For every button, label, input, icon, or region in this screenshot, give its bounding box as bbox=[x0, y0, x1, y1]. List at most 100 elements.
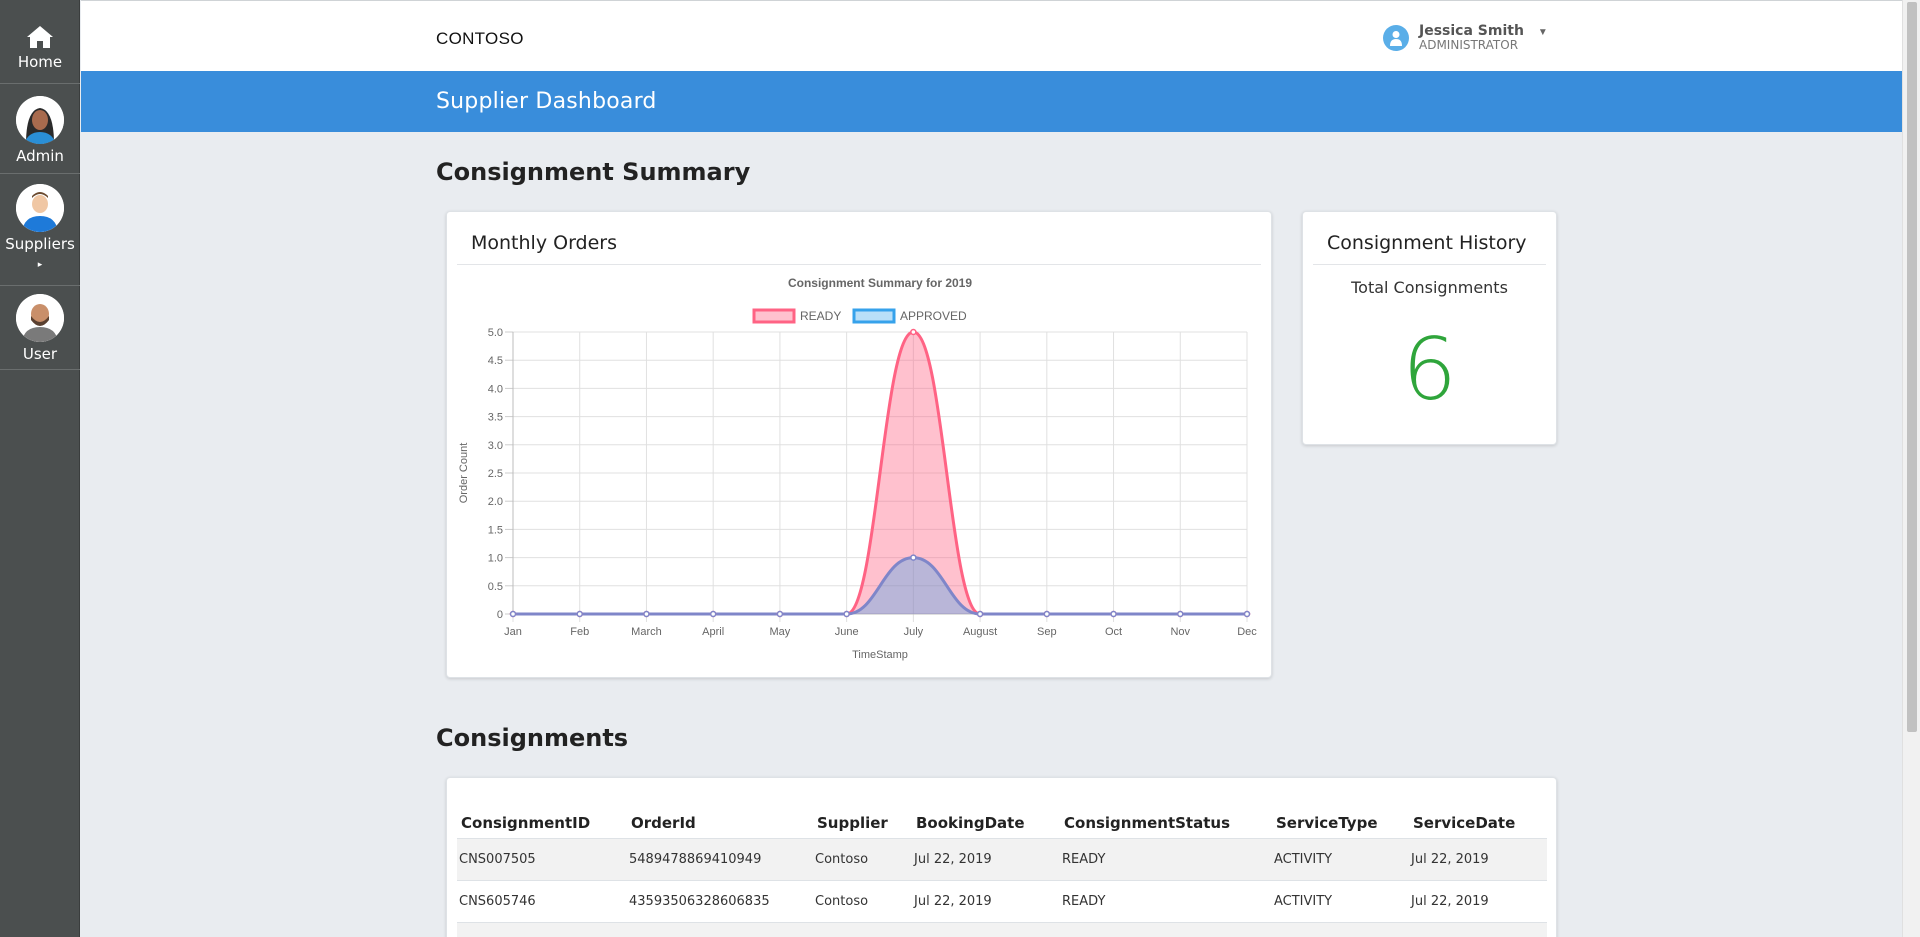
x-tick-label: Oct bbox=[1105, 626, 1122, 638]
chevron-down-icon[interactable]: ▼ bbox=[1538, 27, 1548, 38]
data-point-approved bbox=[1110, 610, 1117, 618]
table-cell bbox=[813, 922, 912, 937]
nav-item-user[interactable]: User bbox=[0, 286, 80, 370]
suppliers-avatar bbox=[16, 184, 64, 232]
table-header-row: ConsignmentID OrderId Supplier BookingDa… bbox=[457, 808, 1547, 839]
x-axis-label: TimeStamp bbox=[852, 649, 908, 661]
admin-avatar bbox=[16, 96, 64, 144]
x-tick-label: Dec bbox=[1237, 626, 1257, 638]
x-tick-label: April bbox=[702, 626, 724, 638]
x-tick-label: March bbox=[631, 626, 662, 638]
data-point-approved bbox=[643, 610, 650, 618]
consignment-summary-heading: Consignment Summary bbox=[436, 158, 751, 186]
table-row[interactable]: CNS007505 5489478869410949 Contoso Jul 2… bbox=[457, 838, 1547, 881]
x-tick-label: Nov bbox=[1170, 626, 1190, 638]
monthly-orders-card: Monthly Orders Consignment Summary for 2… bbox=[446, 211, 1272, 678]
legend-swatch-ready bbox=[752, 308, 796, 324]
y-tick-label: 4.5 bbox=[488, 355, 503, 367]
column-header[interactable]: BookingDate bbox=[912, 808, 1060, 839]
column-header[interactable]: ConsignmentID bbox=[457, 808, 627, 839]
home-icon bbox=[27, 26, 53, 48]
nav-item-admin[interactable]: Admin bbox=[0, 84, 80, 174]
column-header[interactable]: OrderId bbox=[627, 808, 813, 839]
data-point-approved bbox=[509, 610, 517, 618]
data-point-approved bbox=[976, 610, 984, 618]
side-navigation: Home Admin Suppliers ▸ User bbox=[0, 0, 80, 937]
data-point-approved bbox=[1043, 610, 1051, 618]
user-info: Jessica Smith ADMINISTRATOR bbox=[1419, 24, 1524, 52]
table-cell: Jul 22, 2019 bbox=[912, 880, 1060, 923]
data-point-approved bbox=[1243, 610, 1251, 618]
y-tick-label: 2.0 bbox=[488, 496, 503, 508]
x-tick-label: Sep bbox=[1037, 626, 1057, 638]
x-tick-label: July bbox=[904, 626, 924, 638]
consignment-history-card: Consignment History Total Consignments 6 bbox=[1302, 211, 1557, 445]
y-tick-label: 2.5 bbox=[488, 468, 503, 480]
nav-item-suppliers[interactable]: Suppliers ▸ bbox=[0, 174, 80, 286]
table-cell: Contoso bbox=[813, 880, 912, 923]
table-cell bbox=[1409, 922, 1547, 937]
table-row[interactable]: CNS605746 43593506328606835 Contoso Jul … bbox=[457, 880, 1547, 923]
data-point-approved bbox=[576, 610, 583, 618]
consignment-history-title: Consignment History bbox=[1313, 212, 1546, 265]
table-cell: Jul 22, 2019 bbox=[912, 838, 1060, 881]
table-cell bbox=[1060, 922, 1272, 937]
scrollbar-thumb[interactable] bbox=[1907, 2, 1917, 732]
table-cell: READY bbox=[1060, 880, 1272, 923]
data-point-approved bbox=[1177, 610, 1184, 618]
page-header-band: Supplier Dashboard bbox=[81, 71, 1902, 132]
table-cell: 43593506328606835 bbox=[627, 880, 813, 923]
consignments-heading: Consignments bbox=[436, 724, 629, 752]
data-point-approved bbox=[776, 610, 784, 618]
user-name: Jessica Smith bbox=[1419, 23, 1524, 39]
legend-label-ready: READY bbox=[800, 309, 841, 323]
column-header[interactable]: ServiceDate bbox=[1409, 808, 1547, 839]
nav-label-admin: Admin bbox=[16, 147, 64, 165]
total-consignments-label: Total Consignments bbox=[1351, 278, 1508, 297]
legend-swatch-approved bbox=[852, 308, 896, 324]
table-cell bbox=[457, 922, 627, 937]
table-cell: READY bbox=[1060, 838, 1272, 881]
y-tick-label: 1.0 bbox=[488, 553, 503, 565]
y-tick-label: 1.5 bbox=[488, 524, 503, 536]
nav-item-home[interactable]: Home bbox=[0, 0, 80, 84]
table-cell bbox=[627, 922, 813, 937]
brand-name[interactable]: CONTOSO bbox=[436, 29, 524, 49]
table-cell: CNS007505 bbox=[457, 838, 627, 881]
expand-arrow-icon[interactable]: ▸ bbox=[38, 259, 43, 270]
consignments-table-card: ConsignmentID OrderId Supplier BookingDa… bbox=[446, 777, 1557, 937]
user-avatar bbox=[16, 294, 64, 342]
x-tick-label: June bbox=[835, 626, 859, 638]
y-axis-label: Order Count bbox=[458, 443, 470, 504]
column-header[interactable]: Supplier bbox=[813, 808, 912, 839]
table-row[interactable] bbox=[457, 922, 1547, 937]
table-cell: ACTIVITY bbox=[1272, 880, 1409, 923]
user-role: ADMINISTRATOR bbox=[1419, 38, 1519, 52]
data-point-ready bbox=[910, 328, 917, 336]
x-tick-label: Jan bbox=[504, 626, 522, 638]
consignments-table: ConsignmentID OrderId Supplier BookingDa… bbox=[457, 808, 1547, 937]
user-profile-icon bbox=[1383, 25, 1409, 51]
data-point-approved bbox=[709, 610, 717, 618]
nav-label-user: User bbox=[22, 345, 58, 363]
column-header[interactable]: ServiceType bbox=[1272, 808, 1409, 839]
top-bar: CONTOSO Jessica Smith ADMINISTRATOR ▼ bbox=[81, 0, 1902, 71]
x-tick-label: August bbox=[963, 626, 997, 638]
legend-label-approved: APPROVED bbox=[900, 309, 967, 323]
page-title: Supplier Dashboard bbox=[436, 89, 657, 114]
table-cell: Jul 22, 2019 bbox=[1409, 838, 1547, 881]
table-cell bbox=[912, 922, 1060, 937]
y-tick-label: 3.5 bbox=[488, 412, 503, 424]
column-header[interactable]: ConsignmentStatus bbox=[1060, 808, 1272, 839]
user-menu[interactable]: Jessica Smith ADMINISTRATOR ▼ bbox=[1383, 21, 1548, 55]
table-cell: Jul 22, 2019 bbox=[1409, 880, 1547, 923]
total-consignments-value: 6 bbox=[1402, 320, 1457, 420]
page-scrollbar[interactable] bbox=[1902, 0, 1920, 937]
table-cell: 5489478869410949 bbox=[627, 838, 813, 881]
x-tick-label: May bbox=[770, 626, 791, 638]
y-tick-label: 3.0 bbox=[488, 440, 503, 452]
y-tick-label: 5.0 bbox=[488, 327, 503, 339]
table-cell bbox=[1272, 922, 1409, 937]
y-tick-label: 0 bbox=[497, 609, 503, 621]
table-cell: ACTIVITY bbox=[1272, 838, 1409, 881]
